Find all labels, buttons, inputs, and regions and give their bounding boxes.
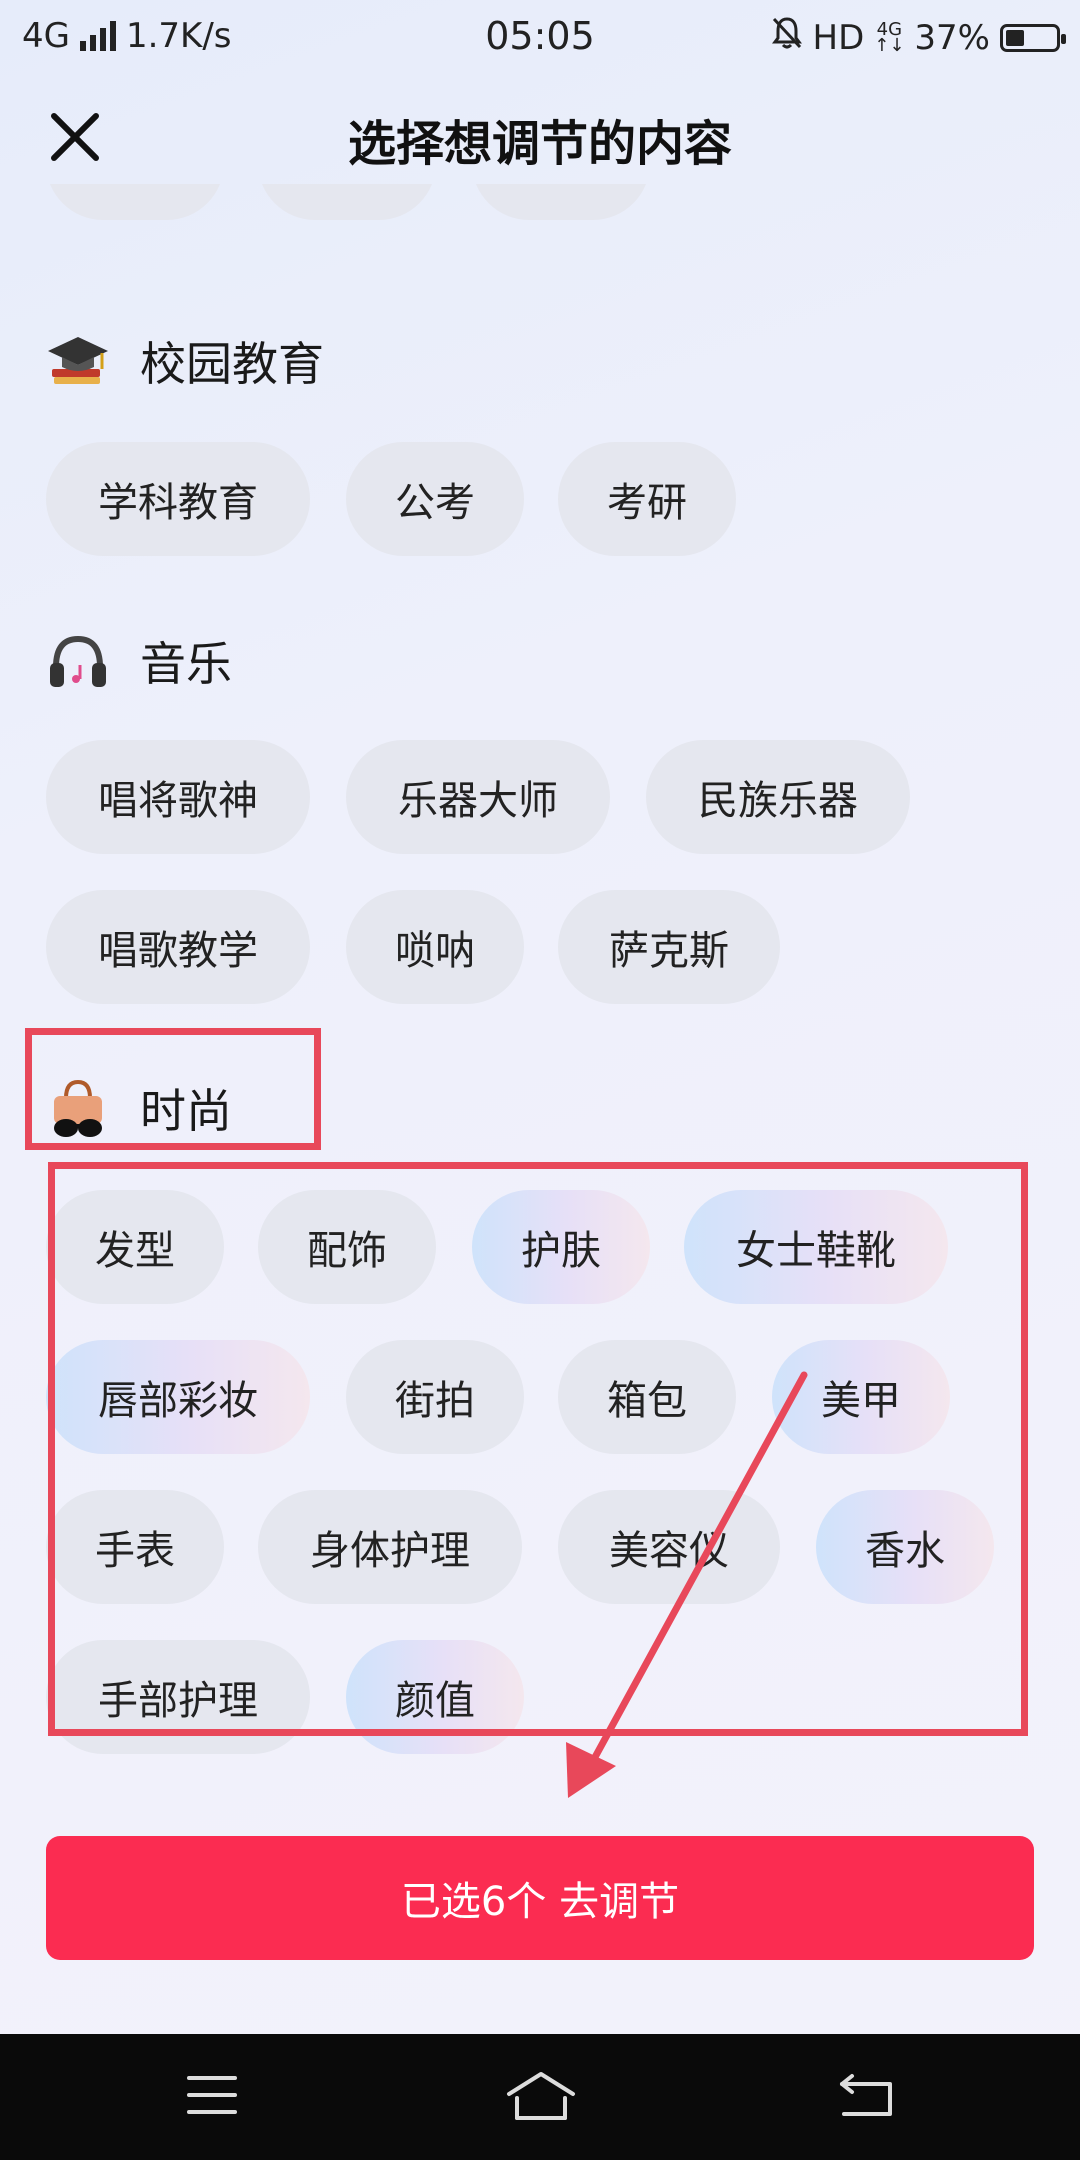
mute-bell-icon (771, 16, 803, 59)
chip-suona[interactable]: 唢呐 (346, 890, 524, 1004)
adjust-button[interactable]: 已选6个 去调节 (46, 1836, 1034, 1960)
back-icon[interactable] (838, 2072, 896, 2122)
annotation-box-chips (48, 1162, 1028, 1736)
battery-icon (1000, 23, 1066, 52)
chip-changjiang-geshen[interactable]: 唱将歌神 (46, 740, 310, 854)
chip-yueqi-dashi[interactable]: 乐器大师 (346, 740, 610, 854)
chip-sakesi[interactable]: 萨克斯 (558, 890, 780, 1004)
chip-kaoyan[interactable]: 考研 (558, 442, 736, 556)
hd-label: HD (812, 17, 865, 58)
headphones-icon (46, 629, 110, 693)
chip-minzu-yueqi[interactable]: 民族乐器 (646, 740, 910, 854)
section-title-education: 校园教育 (46, 321, 324, 401)
section-title-music: 音乐 (46, 621, 232, 701)
battery-percent: 37% (914, 17, 990, 58)
chip-mofang[interactable]: 模仿 (258, 184, 436, 220)
system-nav-bar (0, 2034, 1080, 2160)
chip-gongkao[interactable]: 公考 (346, 442, 524, 556)
annotation-box-title (25, 1028, 321, 1150)
status-right: HD 4G ↑↓ 37% (771, 16, 1066, 59)
graduation-cap-icon (46, 329, 110, 393)
menu-icon[interactable] (186, 2072, 238, 2122)
page-title: 选择想调节的内容 (347, 116, 732, 172)
chip-xiaoyuan[interactable]: 校园 (472, 184, 650, 220)
status-bar: 4G 1.7K/s 05:05 HD 4G ↑↓ 37% (0, 0, 1080, 72)
chip-changge-jiaoxue[interactable]: 唱歌教学 (46, 890, 310, 1004)
chip-xueke-jiaoyu[interactable]: 学科教育 (46, 442, 310, 556)
data-activity-icon: 4G ↑↓ (874, 18, 905, 56)
chip-xiangcun[interactable]: 乡村 (46, 184, 224, 220)
home-icon[interactable] (505, 2070, 577, 2126)
header: 选择想调节的内容 (0, 84, 1080, 184)
